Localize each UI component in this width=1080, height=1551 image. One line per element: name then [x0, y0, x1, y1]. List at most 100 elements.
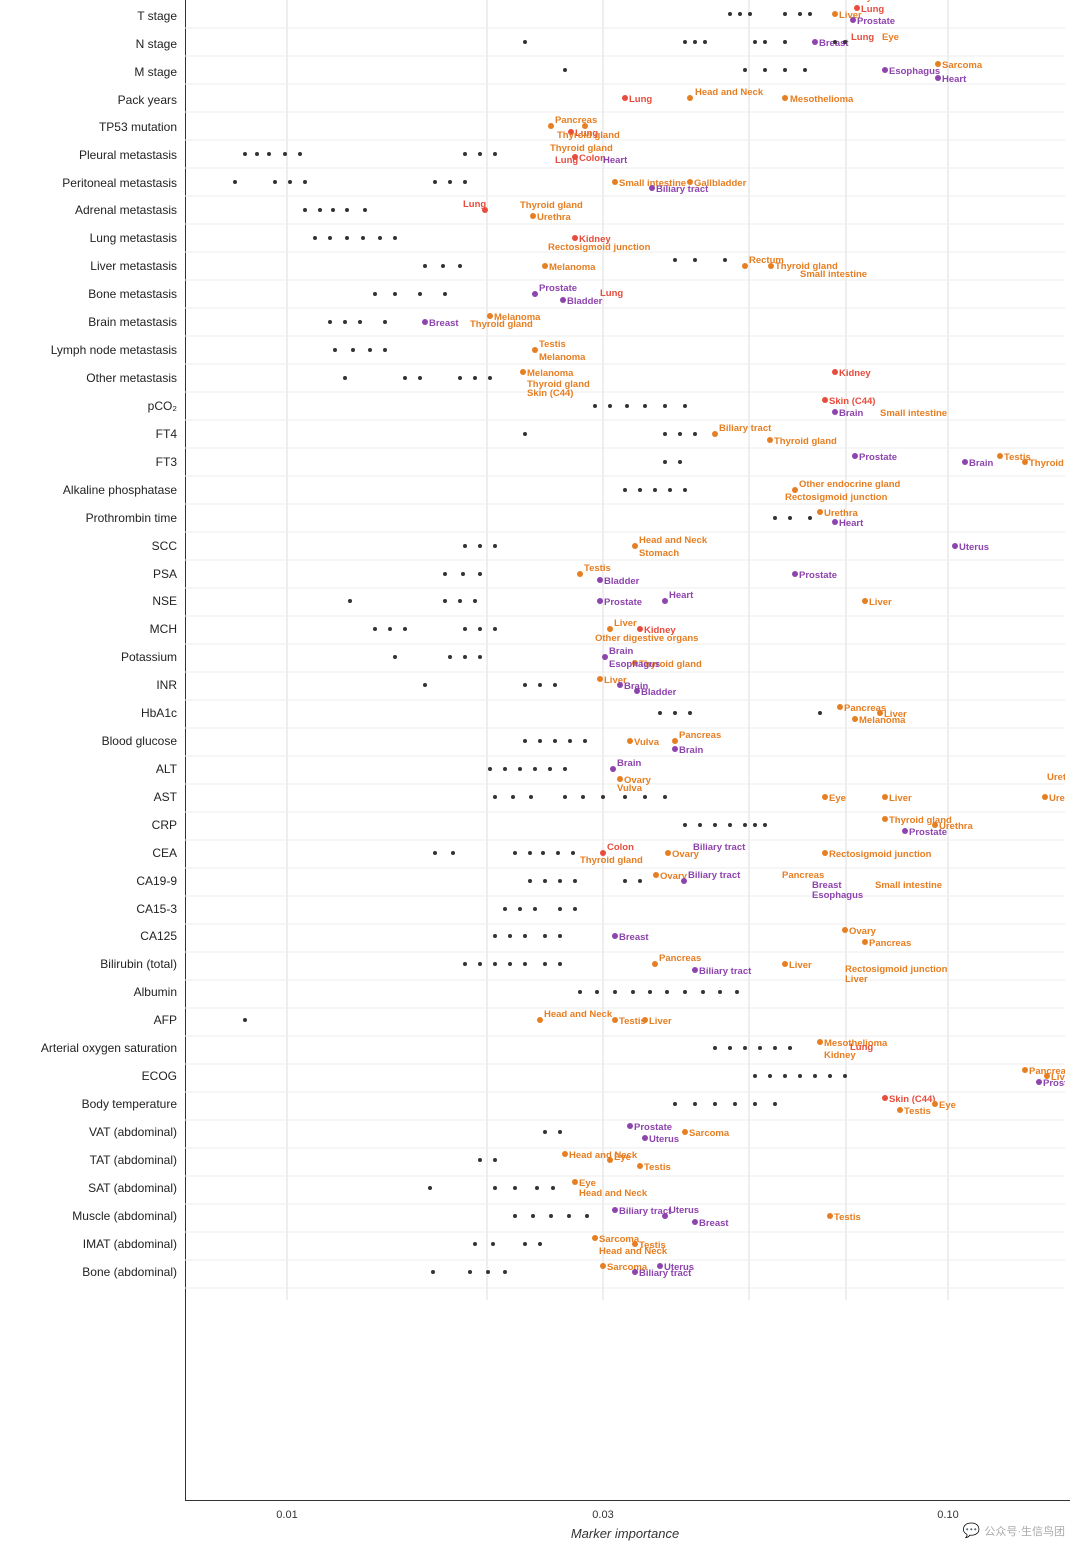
- label-biliary-ca199: Biliary tract: [688, 870, 741, 881]
- label-uterus-scc: Uterus: [959, 542, 989, 553]
- label-thyroid-ft3: Thyroid gland: [1029, 458, 1065, 469]
- label-skin-bodytemp: Skin (C44): [889, 1094, 935, 1105]
- x-tick-003: 0.03: [592, 1509, 613, 1521]
- label-uterus-muscle: Uterus: [669, 1205, 699, 1216]
- label-pancreas-glucose: Pancreas: [679, 730, 721, 741]
- y-label-ft4: FT4: [156, 427, 177, 441]
- label-testis-tat: Testis: [644, 1162, 671, 1173]
- y-label-peritoneal: Peritoneal metastasis: [62, 176, 177, 190]
- y-label-alp: Alkaline phosphatase: [63, 483, 177, 497]
- label-liver-ecog: Liver: [1051, 1072, 1065, 1083]
- label-liver-nse: Liver: [869, 597, 892, 608]
- label-prostate-ft3: Prostate: [859, 452, 897, 463]
- label-thyroid-tp53: Thyroid gland: [557, 130, 620, 141]
- label-liver-mch: Liver: [614, 618, 637, 629]
- label-eye-bodytemp: Eye: [939, 1100, 956, 1111]
- y-label-inr: INR: [156, 678, 177, 692]
- label-lung-nstage: Lung: [851, 32, 874, 43]
- y-label-adrenal: Adrenal metastasis: [75, 203, 177, 217]
- label-liver-hba1c: Liver: [884, 709, 907, 720]
- label-heart-pleural: Heart: [603, 155, 628, 166]
- label-liver-bili: Liver: [789, 960, 812, 971]
- y-label-liver-meta: Liver metastasis: [90, 259, 177, 273]
- label-breast-brain: Breast: [429, 318, 459, 329]
- y-label-mstage: M stage: [134, 65, 177, 79]
- label-bladder-psa: Bladder: [604, 576, 640, 587]
- label-sarcoma-vat: Sarcoma: [689, 1128, 730, 1139]
- label-skin-pco2: Skin (C44): [829, 396, 875, 407]
- label-thyroid-adrenal: Thyroid gland: [520, 200, 583, 211]
- label-eye-ast: Eye: [829, 793, 846, 804]
- label-prostate-tstage: Prostate: [857, 16, 895, 27]
- plot-svg: Liver Prostate Lung Breast Lung Eye Esop…: [185, 0, 1065, 1300]
- label-heart-pt: Heart: [839, 518, 864, 529]
- y-label-potassium: Potassium: [121, 650, 177, 664]
- label-breast-muscle: Breast: [699, 1218, 729, 1229]
- label-biliary-peritoneal: Biliary tract: [656, 184, 709, 195]
- y-label-pco2: pCO₂: [148, 399, 177, 413]
- label-smallint-ca199: Small intestine: [875, 880, 942, 891]
- label-ovary-bili: Ovary: [845, 0, 873, 3]
- label-colon-cea: Colon: [607, 842, 634, 853]
- label-skin-other: Skin (C44): [527, 388, 573, 399]
- label-biliary-bili: Biliary tract: [699, 966, 752, 977]
- label-liver-afp: Liver: [649, 1016, 672, 1027]
- label-kidney-other: Kidney: [839, 368, 871, 379]
- label-thyroid-ft4: Thyroid gland: [774, 436, 837, 447]
- y-label-alt: ALT: [156, 762, 177, 776]
- label-testis-psa: Testis: [584, 563, 611, 574]
- label-biliary-ft4: Biliary tract: [719, 423, 772, 434]
- y-label-imat: IMAT (abdominal): [83, 1237, 177, 1251]
- label-meso-packyears: Mesothelioma: [790, 94, 854, 105]
- y-label-tp53: TP53 mutation: [99, 120, 177, 134]
- label-esophagus-ca199: Esophagus: [812, 890, 863, 901]
- y-label-brain-meta: Brain metastasis: [88, 315, 177, 329]
- label-prostate-psa: Prostate: [799, 570, 837, 581]
- x-axis-title: Marker importance: [571, 1526, 679, 1541]
- y-label-bone-abd: Bone (abdominal): [82, 1265, 177, 1279]
- label-pancreas-ca125: Pancreas: [869, 938, 911, 949]
- label-heart-mstage: Heart: [942, 74, 967, 85]
- label-brain-ft3: Brain: [969, 458, 993, 469]
- label-esophagus-mstage: Esophagus: [889, 66, 940, 77]
- label-headneck-packyears: Head and Neck: [695, 87, 764, 98]
- label-prostate-vat: Prostate: [634, 1122, 672, 1133]
- label-breast-ca125: Breast: [619, 932, 649, 943]
- label-vulva-glucose: Vulva: [634, 737, 660, 748]
- label-sarcoma-mstage: Sarcoma: [942, 60, 983, 71]
- watermark-text: 公众号·生信鸟团: [984, 1523, 1065, 1539]
- label-biliary-cea: Biliary tract: [693, 842, 746, 853]
- x-tick-001: 0.01: [276, 1509, 297, 1521]
- y-label-lung-meta: Lung metastasis: [90, 231, 177, 245]
- y-label-crp: CRP: [152, 818, 177, 832]
- y-label-bodytemp: Body temperature: [82, 1097, 177, 1111]
- y-label-pleural: Pleural metastasis: [79, 148, 177, 162]
- label-testis-afp: Testis: [619, 1016, 646, 1027]
- label-melanoma-liver: Melanoma: [549, 262, 596, 273]
- y-label-psa: PSA: [153, 567, 177, 581]
- label-liver-ast: Liver: [889, 793, 912, 804]
- label-testis-lymph: Testis: [539, 339, 566, 350]
- label-prostate-bone: Prostate: [539, 283, 577, 294]
- label-lung2-o2: Lung: [850, 1042, 873, 1053]
- label-urethra-ast: Urethra: [1049, 793, 1065, 804]
- label-heart-nse: Heart: [669, 590, 694, 601]
- label-brain-alt: Brain: [617, 758, 641, 769]
- y-label-packyears: Pack years: [118, 93, 177, 107]
- y-label-vat: VAT (abdominal): [89, 1125, 177, 1139]
- label-smallint-liver: Small intestine: [800, 269, 867, 280]
- label-lung-packyears: Lung: [629, 94, 652, 105]
- y-label-ca199: CA19-9: [136, 874, 177, 888]
- label-testis-muscle: Testis: [834, 1212, 861, 1223]
- label-liver2-bili: Liver: [845, 974, 868, 985]
- y-label-nstage: N stage: [136, 37, 177, 51]
- label-urethra-alt: Urethra: [1047, 772, 1065, 783]
- label-rectosigmoid-cea: Rectosigmoid junction: [829, 849, 932, 860]
- y-label-tstage: T stage: [137, 9, 177, 23]
- y-label-ecog: ECOG: [142, 1069, 177, 1083]
- label-headneck-sat: Head and Neck: [579, 1188, 648, 1199]
- x-tick-010: 0.10: [937, 1509, 958, 1521]
- y-label-scc: SCC: [152, 539, 177, 553]
- label-eye-nstage: Eye: [882, 32, 899, 43]
- y-label-muscle: Muscle (abdominal): [72, 1209, 177, 1223]
